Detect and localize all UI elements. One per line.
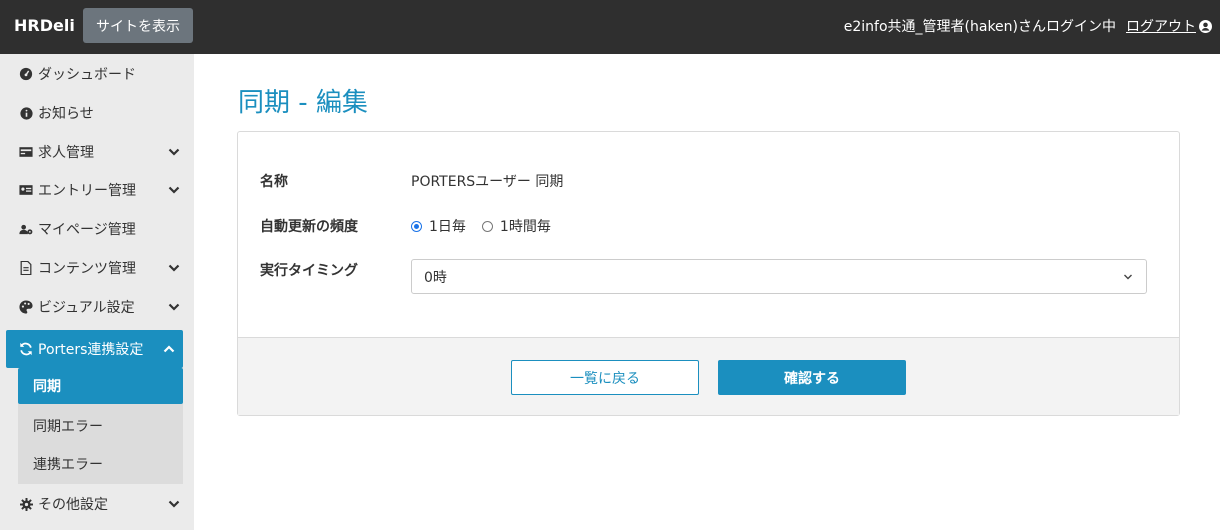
sidebar-item-mypage[interactable]: マイページ管理 [0,210,194,248]
porters-submenu: 同期 同期エラー 連携エラー [18,368,183,484]
subitem-sync[interactable]: 同期 [18,368,183,404]
sidebar-item-label: Porters連携設定 [38,342,144,358]
sidebar-item-label: その他設定 [38,497,108,513]
sidebar-item-label: コンテンツ管理 [38,261,136,277]
edit-form-card: 名称 PORTERSユーザー 同期 自動更新の頻度 1日毎 1時間毎 実行タイミ… [237,131,1180,416]
back-to-list-button[interactable]: 一覧に戻る [511,360,699,395]
brand-logo[interactable]: HRDeli [14,16,75,35]
sidebar-item-visual[interactable]: ビジュアル設定 [0,288,194,326]
sidebar-item-entries[interactable]: エントリー管理 [0,171,194,209]
user-circle-icon[interactable] [1199,19,1212,33]
name-label: 名称 [260,174,288,190]
chevron-down-icon [168,148,180,156]
user-info: e2info共通_管理者(haken)さんログイン中 ログアウト [844,16,1212,36]
radio-daily-label[interactable]: 1日毎 [429,216,466,236]
chevron-down-icon [1124,274,1132,280]
frequency-label: 自動更新の頻度 [260,219,358,235]
sidebar-item-label: マイページ管理 [38,222,136,238]
sidebar-item-jobs[interactable]: 求人管理 [0,133,194,171]
radio-daily[interactable] [411,220,422,232]
file-icon [19,261,33,275]
name-value: PORTERSユーザー 同期 [411,174,564,190]
chevron-up-icon [163,345,175,353]
sidebar-item-label: ビジュアル設定 [38,300,135,316]
gear-icon [19,497,33,511]
dashboard-icon [19,67,33,81]
form-footer: 一覧に戻る 確認する [238,337,1179,415]
timing-select-value: 0時 [424,269,447,286]
confirm-button[interactable]: 確認する [718,360,906,395]
id-card-icon [19,183,33,197]
sidebar-item-porters[interactable]: Porters連携設定 [6,330,183,368]
radio-hourly-label[interactable]: 1時間毎 [500,216,551,236]
sidebar-item-other-settings[interactable]: その他設定 [0,485,194,523]
info-icon [19,106,33,120]
sidebar-item-news[interactable]: お知らせ [0,94,194,132]
chevron-down-icon [168,264,180,272]
subitem-sync-errors[interactable]: 同期エラー [18,408,183,444]
sidebar: ダッシュボード お知らせ 求人管理 エントリー管理 マイページ管理 コンテンツ管… [0,54,194,530]
palette-icon [19,300,33,314]
sidebar-item-dashboard[interactable]: ダッシュボード [0,55,194,93]
sync-icon [19,342,33,356]
chevron-down-icon [168,186,180,194]
subitem-link-errors[interactable]: 連携エラー [18,446,183,482]
view-site-button[interactable]: サイトを表示 [83,8,193,43]
login-status-text: e2info共通_管理者(haken)さんログイン中 [843,19,1116,35]
card-icon [19,145,33,159]
frequency-radio-group: 1日毎 1時間毎 [411,216,567,236]
chevron-down-icon [168,303,180,311]
timing-label: 実行タイミング [260,263,358,279]
page-title: 同期 - 編集 [238,88,368,118]
sidebar-item-label: エントリー管理 [38,183,136,199]
sidebar-item-contents[interactable]: コンテンツ管理 [0,249,194,287]
user-cog-icon [19,222,33,236]
sidebar-item-label: 求人管理 [38,145,94,161]
radio-hourly[interactable] [481,220,493,232]
logout-link[interactable]: ログアウト [1126,16,1196,36]
sidebar-item-label: お知らせ [38,106,94,122]
timing-select[interactable]: 0時 [411,259,1147,294]
sidebar-item-label: ダッシュボード [38,67,136,83]
chevron-down-icon [168,500,180,508]
top-navbar: HRDeli サイトを表示 e2info共通_管理者(haken)さんログイン中… [0,0,1220,54]
